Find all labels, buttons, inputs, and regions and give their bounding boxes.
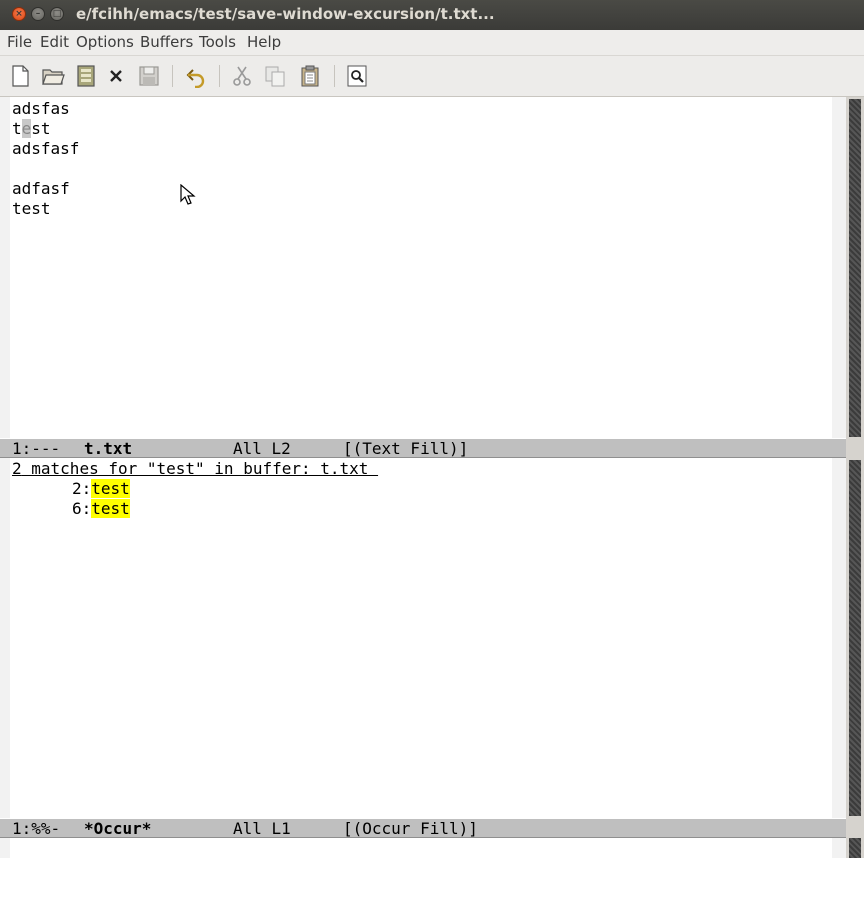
- minimize-icon: –: [35, 9, 41, 19]
- minimize-window-button[interactable]: –: [31, 7, 45, 21]
- menu-tools[interactable]: Tools: [199, 33, 236, 51]
- open-directory-icon[interactable]: [74, 64, 98, 88]
- occur-line-number: 6:: [72, 499, 92, 518]
- right-fringe: [832, 458, 846, 818]
- buffer-line: adsfasf: [12, 139, 80, 158]
- modeline-major-mode[interactable]: [(Occur Fill)]: [343, 819, 478, 839]
- title-bar: × – □ e/fcihh/emacs/test/save-window-exc…: [0, 0, 864, 30]
- buffer-line: test: [12, 199, 51, 218]
- bottom-scrollbar[interactable]: [846, 458, 864, 818]
- top-scrollbar[interactable]: [846, 97, 864, 439]
- occur-match-line[interactable]: 2:test: [72, 479, 130, 499]
- mouse-pointer-icon: [180, 183, 196, 210]
- modeline-position: All L1: [233, 819, 291, 838]
- menu-buffers[interactable]: Buffers: [140, 33, 193, 51]
- cut-icon[interactable]: [230, 64, 254, 88]
- modeline-status: 1:---: [12, 439, 61, 458]
- maximize-icon: □: [52, 9, 62, 19]
- close-window-button[interactable]: ×: [12, 7, 26, 21]
- close-buffer-icon[interactable]: [104, 64, 128, 88]
- undo-icon[interactable]: [184, 64, 208, 89]
- scrollbar-corner: [846, 438, 864, 458]
- save-icon[interactable]: [137, 64, 161, 88]
- buffer-line: test: [12, 119, 51, 138]
- left-fringe: [0, 458, 10, 818]
- modeline-major-mode[interactable]: [(Text Fill)]: [343, 439, 468, 459]
- modeline-status: 1:%%-: [12, 819, 61, 838]
- bottom-scrollbar-thumb[interactable]: [849, 460, 861, 816]
- menu-options[interactable]: Options: [76, 33, 134, 51]
- menu-help[interactable]: Help: [247, 33, 281, 51]
- occur-match-line[interactable]: 6:test: [72, 499, 130, 519]
- scrollbar-corner: [846, 818, 864, 838]
- new-file-icon[interactable]: [8, 64, 32, 88]
- minibuffer[interactable]: [0, 838, 846, 876]
- menu-file[interactable]: File: [7, 33, 32, 51]
- left-fringe: [0, 97, 10, 439]
- close-icon: ×: [15, 9, 23, 19]
- right-fringe: [832, 838, 846, 858]
- modeline-position: All L2: [233, 439, 291, 458]
- text-cursor: e: [21, 119, 32, 138]
- toolbar-separator: [172, 65, 173, 87]
- right-fringe: [832, 97, 846, 439]
- toolbar: [0, 56, 864, 97]
- occur-match-count: 2: [12, 459, 22, 478]
- search-icon[interactable]: [345, 64, 369, 88]
- paste-icon[interactable]: [298, 64, 322, 88]
- modeline-buffer-name[interactable]: t.txt: [84, 439, 132, 459]
- buffer-line: adsfas: [12, 99, 70, 118]
- menu-bar: File Edit Options Buffers Tools Help: [0, 30, 864, 56]
- menu-edit[interactable]: Edit: [40, 33, 69, 51]
- occur-buffer-text[interactable]: 2 matches for "test" in buffer: t.txt 2:…: [0, 140, 864, 518]
- top-mode-line[interactable]: 1:--- t.txt All L2 [(Text Fill)]: [0, 438, 846, 458]
- minibuffer-scrollbar: [846, 838, 864, 858]
- toolbar-separator: [219, 65, 220, 87]
- left-fringe: [0, 838, 10, 858]
- open-folder-icon[interactable]: [41, 64, 65, 88]
- bottom-mode-line[interactable]: 1:%%- *Occur* All L1 [(Occur Fill)]: [0, 818, 846, 838]
- minibuffer-scrollbar-thumb: [849, 838, 861, 858]
- modeline-buffer-name[interactable]: *Occur*: [84, 819, 151, 839]
- window-title: e/fcihh/emacs/test/save-window-excursion…: [76, 5, 495, 23]
- copy-icon[interactable]: [263, 64, 287, 88]
- occur-line-number: 2:: [72, 479, 92, 498]
- toolbar-separator: [334, 65, 335, 87]
- top-scrollbar-thumb[interactable]: [849, 99, 861, 437]
- occur-match-text[interactable]: test: [91, 479, 130, 498]
- buffer-line: adfasf: [12, 179, 70, 198]
- occur-header: 2 matches for "test" in buffer: t.txt: [12, 459, 379, 478]
- maximize-window-button[interactable]: □: [50, 7, 64, 21]
- occur-match-text[interactable]: test: [91, 499, 130, 518]
